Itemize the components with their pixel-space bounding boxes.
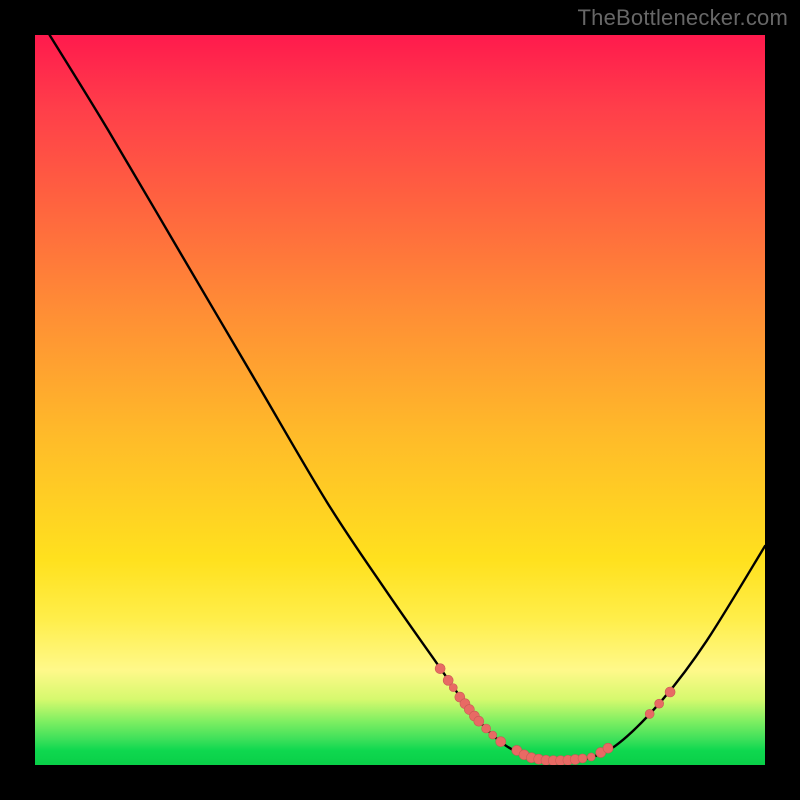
data-marker	[435, 664, 445, 674]
data-marker	[645, 709, 654, 718]
data-marker	[578, 754, 587, 763]
data-marker	[474, 716, 484, 726]
data-marker	[449, 684, 457, 692]
attribution-text: TheBottlenecker.com	[578, 5, 788, 31]
bottleneck-curve	[50, 35, 765, 761]
curve-layer	[35, 35, 765, 765]
data-marker	[496, 737, 506, 747]
data-marker	[665, 687, 675, 697]
plot-area	[35, 35, 765, 765]
data-marker	[489, 731, 497, 739]
data-marker	[603, 743, 613, 753]
data-marker	[587, 753, 595, 761]
chart-container: TheBottlenecker.com	[0, 0, 800, 800]
data-marker	[482, 724, 491, 733]
data-marker	[655, 699, 664, 708]
